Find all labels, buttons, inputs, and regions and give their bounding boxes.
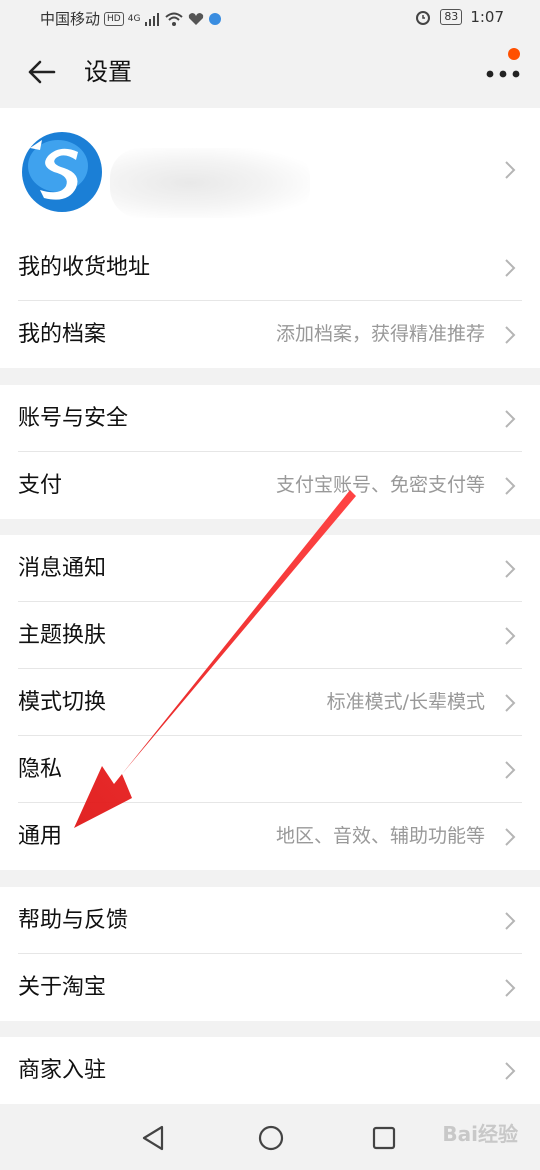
- row-label: 账号与安全: [18, 406, 129, 431]
- app-logo-s-icon: [20, 130, 104, 214]
- carrier-label: 中国移动: [40, 10, 101, 28]
- settings-row-help-feedback[interactable]: 帮助与反馈: [0, 887, 540, 954]
- settings-row-merchant[interactable]: 商家入驻: [0, 1037, 540, 1104]
- row-hint: 地区、音效、辅助功能等: [275, 825, 485, 847]
- settings-row-profile-archive[interactable]: 我的档案 添加档案，获得精准推荐: [0, 301, 540, 368]
- status-left: 中国移动 HD 4G: [40, 8, 222, 29]
- settings-row-account-security[interactable]: 账号与安全: [0, 385, 540, 452]
- chevron-right-icon: [505, 912, 516, 930]
- system-nav-bar: Bai经验: [0, 1108, 540, 1170]
- chevron-right-icon: [505, 477, 516, 495]
- app-notify-icon: [209, 12, 222, 25]
- row-label: 支付: [18, 473, 63, 498]
- row-hint: 添加档案，获得精准推荐: [275, 323, 485, 345]
- circle-home-icon[interactable]: [257, 1124, 285, 1152]
- heart-check-icon: [189, 12, 204, 25]
- signal-icon: [145, 12, 160, 26]
- chevron-right-icon: [505, 627, 516, 645]
- chevron-right-icon: [505, 259, 516, 277]
- settings-group-preferences: 消息通知 主题换肤 模式切换 标准模式/长辈模式 隐私 通用 地区、音效、辅助功…: [0, 535, 540, 870]
- settings-row-theme[interactable]: 主题换肤: [0, 602, 540, 669]
- chevron-right-icon: [505, 828, 516, 846]
- row-label: 商家入驻: [18, 1058, 107, 1083]
- settings-row-privacy[interactable]: 隐私: [0, 736, 540, 803]
- settings-row-notifications[interactable]: 消息通知: [0, 535, 540, 602]
- wifi-icon: [165, 12, 184, 26]
- settings-group-merchant: 商家入驻: [0, 1037, 540, 1104]
- profile-row[interactable]: [0, 108, 540, 234]
- row-label: 隐私: [18, 757, 63, 782]
- square-recent-icon[interactable]: [372, 1126, 396, 1150]
- clock: 1:07: [470, 8, 504, 26]
- settings-group-account: 我的收货地址 我的档案 添加档案，获得精准推荐: [0, 108, 540, 368]
- settings-row-about[interactable]: 关于淘宝: [0, 954, 540, 1021]
- row-label: 消息通知: [18, 556, 107, 581]
- row-label: 通用: [18, 824, 63, 849]
- hd-badge: HD: [104, 11, 124, 26]
- network-label: 4G: [127, 13, 141, 24]
- chevron-right-icon: [505, 161, 516, 179]
- settings-group-help: 帮助与反馈 关于淘宝: [0, 887, 540, 1021]
- triangle-back-icon[interactable]: [140, 1124, 166, 1152]
- avatar: [20, 130, 104, 214]
- settings-row-address[interactable]: 我的收货地址: [0, 234, 540, 301]
- row-hint: 标准模式/长辈模式: [326, 691, 485, 713]
- more-dots-icon[interactable]: [486, 64, 520, 84]
- row-label: 帮助与反馈: [18, 908, 129, 933]
- profile-name-blurred: [110, 148, 310, 218]
- status-right: 83 1:07: [414, 8, 504, 26]
- chevron-right-icon: [505, 326, 516, 344]
- status-bar: 中国移动 HD 4G 83 1:07: [0, 0, 540, 36]
- alarm-icon: [416, 11, 431, 25]
- settings-row-payment[interactable]: 支付 支付宝账号、免密支付等: [0, 452, 540, 519]
- notification-dot: [508, 48, 520, 60]
- chevron-right-icon: [505, 1062, 516, 1080]
- chevron-right-icon: [505, 560, 516, 578]
- arrow-left-icon[interactable]: [24, 56, 58, 88]
- settings-group-security: 账号与安全 支付 支付宝账号、免密支付等: [0, 385, 540, 519]
- row-hint: 支付宝账号、免密支付等: [275, 474, 485, 496]
- chevron-right-icon: [505, 979, 516, 997]
- row-label: 关于淘宝: [18, 975, 107, 1000]
- row-label: 模式切换: [18, 690, 107, 715]
- chevron-right-icon: [505, 410, 516, 428]
- settings-row-general[interactable]: 通用 地区、音效、辅助功能等: [0, 803, 540, 870]
- row-label: 我的档案: [18, 322, 107, 347]
- row-label: 我的收货地址: [18, 255, 151, 280]
- row-label: 主题换肤: [18, 623, 107, 648]
- page-title: 设置: [84, 58, 132, 86]
- settings-row-mode-switch[interactable]: 模式切换 标准模式/长辈模式: [0, 669, 540, 736]
- app-header: 设置: [0, 36, 540, 108]
- chevron-right-icon: [505, 761, 516, 779]
- battery-indicator: 83: [440, 9, 463, 25]
- watermark: Bai经验: [442, 1122, 518, 1146]
- chevron-right-icon: [505, 694, 516, 712]
